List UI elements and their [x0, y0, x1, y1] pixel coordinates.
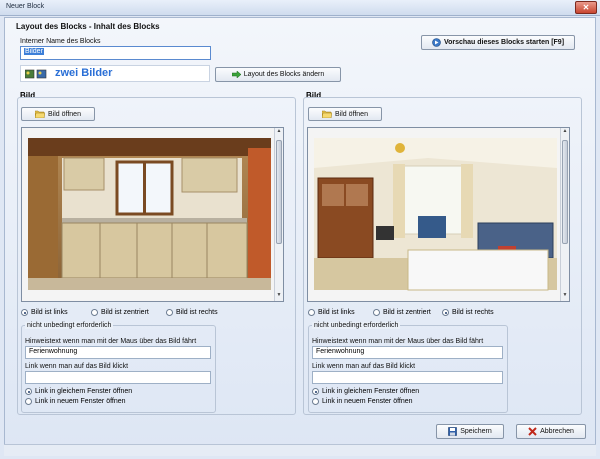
change-layout-label: Layout des Blocks ändern — [243, 71, 325, 78]
window-title: Neuer Block — [6, 3, 45, 10]
left-link-same-label: Link in gleichem Fenster öffnen — [35, 388, 133, 395]
internal-name-label: Interner Name des Blocks — [20, 38, 101, 45]
right-link-new-label: Link in neuem Fenster öffnen — [322, 398, 413, 405]
radio-dot — [25, 398, 32, 405]
left-link-label: Link wenn man auf das Bild klickt — [25, 363, 129, 370]
folder-open-icon — [322, 110, 333, 118]
right-link-new-window-radio[interactable]: Link in neuem Fenster öffnen — [312, 398, 413, 405]
right-open-image-label: Bild öffnen — [335, 110, 368, 118]
left-hover-label: Hinweistext wenn man mit der Maus über d… — [25, 338, 197, 345]
close-button[interactable]: ✕ — [575, 1, 597, 14]
right-optional-title: nicht unbedingt erforderlich — [312, 322, 401, 329]
scroll-down-icon[interactable]: ▼ — [275, 292, 283, 301]
two-images-icon — [25, 69, 47, 79]
left-link-new-window-radio[interactable]: Link in neuem Fenster öffnen — [25, 398, 126, 405]
internal-name-input[interactable]: Bilder — [20, 46, 211, 60]
radio-dot — [312, 398, 319, 405]
floppy-disk-icon — [448, 427, 458, 436]
scroll-up-icon[interactable]: ▲ — [561, 128, 569, 137]
cancel-label: Abbrechen — [540, 428, 574, 435]
left-open-image-button[interactable]: Bild öffnen — [21, 107, 95, 121]
status-bar — [4, 444, 596, 456]
left-optional-title: nicht unbedingt erforderlich — [25, 322, 114, 329]
left-image-scrollbar[interactable]: ▲ ▼ — [274, 128, 283, 301]
right-link-label: Link wenn man auf das Bild klickt — [312, 363, 416, 370]
scroll-up-icon[interactable]: ▲ — [275, 128, 283, 137]
left-link-same-window-radio[interactable]: Link in gleichem Fenster öffnen — [25, 388, 132, 395]
right-hover-input[interactable]: Ferienwohnung — [312, 346, 503, 359]
radio-dot — [308, 309, 315, 316]
right-hover-label: Hinweistext wenn man mit der Maus über d… — [312, 338, 484, 345]
radio-dot — [312, 388, 319, 395]
left-hover-value: Ferienwohnung — [29, 348, 78, 355]
save-label: Speichern — [460, 428, 492, 435]
radio-dot — [166, 309, 173, 316]
radio-dot — [25, 388, 32, 395]
right-align-left-radio[interactable]: Bild ist links — [308, 309, 355, 316]
window-titlebar: Neuer Block ✕ — [0, 0, 600, 16]
left-align-right-radio[interactable]: Bild ist rechts — [166, 309, 218, 316]
right-link-same-window-radio[interactable]: Link in gleichem Fenster öffnen — [312, 388, 419, 395]
right-image-scrollbar[interactable]: ▲ ▼ — [560, 128, 569, 301]
right-align-left-label: Bild ist links — [318, 309, 355, 316]
radio-dot — [373, 309, 380, 316]
right-image-preview: ▲ ▼ — [307, 127, 570, 302]
right-hover-value: Ferienwohnung — [316, 348, 365, 355]
right-align-right-label: Bild ist rechts — [452, 309, 494, 316]
kitchen-photo — [22, 128, 275, 301]
arrow-right-icon — [231, 71, 241, 78]
right-open-image-button[interactable]: Bild öffnen — [308, 107, 382, 121]
left-align-center-label: Bild ist zentriert — [101, 309, 149, 316]
save-button[interactable]: Speichern — [436, 424, 504, 439]
change-layout-button[interactable]: Layout des Blocks ändern — [215, 67, 341, 82]
radio-dot — [91, 309, 98, 316]
left-image-preview: ▲ ▼ — [21, 127, 284, 302]
scroll-thumb[interactable] — [276, 140, 282, 244]
layout-preview-label: zwei Bilder — [55, 67, 113, 79]
left-open-image-label: Bild öffnen — [48, 110, 81, 118]
living-room-photo — [308, 128, 561, 301]
radio-dot — [442, 309, 449, 316]
internal-name-value: Bilder — [24, 48, 44, 55]
layout-preview: zwei Bilder — [20, 65, 210, 82]
left-align-left-radio[interactable]: Bild ist links — [21, 309, 68, 316]
right-link-same-label: Link in gleichem Fenster öffnen — [322, 388, 420, 395]
right-link-input[interactable] — [312, 371, 503, 384]
scroll-thumb[interactable] — [562, 140, 568, 244]
section-title: Layout des Blocks - Inhalt des Blocks — [16, 22, 160, 31]
cancel-button[interactable]: Abbrechen — [516, 424, 586, 439]
right-align-right-radio[interactable]: Bild ist rechts — [442, 309, 494, 316]
left-align-right-label: Bild ist rechts — [176, 309, 218, 316]
preview-button[interactable]: Vorschau dieses Blocks starten [F9] — [421, 35, 575, 50]
scroll-down-icon[interactable]: ▼ — [561, 292, 569, 301]
left-link-new-label: Link in neuem Fenster öffnen — [35, 398, 126, 405]
left-link-input[interactable] — [25, 371, 211, 384]
radio-dot — [21, 309, 28, 316]
left-align-center-radio[interactable]: Bild ist zentriert — [91, 309, 149, 316]
right-align-center-radio[interactable]: Bild ist zentriert — [373, 309, 431, 316]
right-align-center-label: Bild ist zentriert — [383, 309, 431, 316]
left-hover-input[interactable]: Ferienwohnung — [25, 346, 211, 359]
left-align-left-label: Bild ist links — [31, 309, 68, 316]
preview-label: Vorschau dieses Blocks starten [F9] — [443, 39, 565, 46]
preview-icon — [432, 38, 441, 47]
folder-open-icon — [35, 110, 46, 118]
cancel-x-icon — [528, 427, 537, 436]
